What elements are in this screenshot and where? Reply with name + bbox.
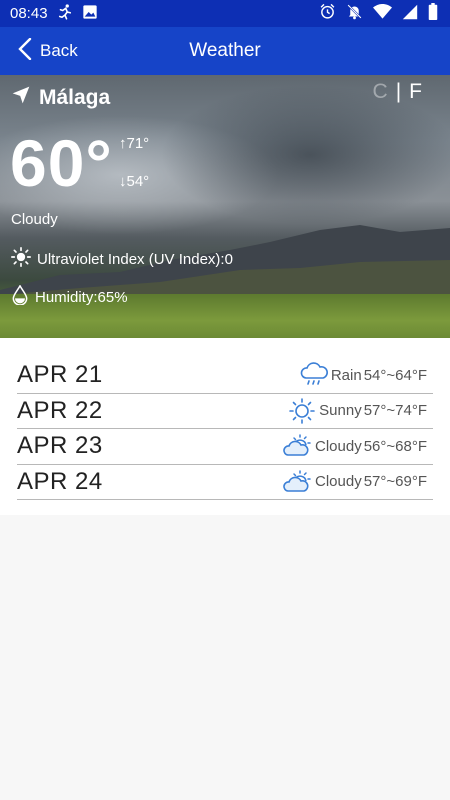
forecast-summary: Cloudy 57°~69°F (283, 469, 433, 495)
partly-cloudy-icon (283, 433, 313, 459)
arrow-down-icon: ↓ (119, 173, 127, 190)
sun-icon (11, 247, 31, 271)
fahrenheit-toggle[interactable]: F (409, 80, 422, 104)
status-left: 08:43 (10, 3, 98, 25)
status-right (319, 3, 438, 24)
water-drop-icon (11, 284, 29, 309)
forecast-date: APR 23 (17, 432, 103, 460)
wifi-icon (373, 3, 392, 24)
status-bar: 08:43 (0, 0, 450, 27)
alarm-icon (319, 3, 336, 24)
status-time: 08:43 (10, 5, 48, 22)
current-temperature: 60° (10, 126, 113, 200)
celsius-toggle[interactable]: C (373, 80, 388, 104)
nav-bar: Back Weather (0, 27, 450, 75)
location-name: Málaga (39, 86, 111, 109)
location: Málaga (11, 85, 110, 111)
forecast-date: APR 21 (17, 361, 103, 389)
sun-icon (287, 397, 317, 424)
back-label: Back (40, 41, 78, 60)
current-condition: Cloudy (11, 211, 58, 228)
forecast-row[interactable]: APR 24 Cloudy 57°~69°F (17, 465, 433, 500)
forecast-row[interactable]: APR 21 Rain 54°~64°F (17, 358, 433, 394)
forecast-range: 57°~74°F (363, 402, 427, 420)
uv-index-text: Ultraviolet Index (UV Index):0 (37, 250, 233, 268)
unit-separator: | (395, 80, 402, 103)
arrow-up-icon: ↑ (119, 135, 127, 152)
running-person-icon (56, 3, 74, 25)
forecast-range: 57°~69°F (363, 473, 427, 491)
high-temperature: ↑71° (119, 135, 149, 152)
image-icon (82, 4, 98, 24)
forecast-range: 54°~64°F (363, 366, 427, 384)
forecast-date: APR 22 (17, 396, 103, 424)
location-arrow-icon (11, 85, 31, 111)
chevron-left-icon (18, 37, 32, 65)
partly-cloudy-icon (283, 469, 313, 495)
high-temperature-value: 71° (126, 135, 150, 152)
humidity: Humidity:65% (11, 284, 128, 309)
notifications-off-icon (346, 3, 363, 24)
forecast-range: 56°~68°F (363, 437, 427, 455)
forecast-row[interactable]: APR 22 Sunny 57°~74°F (17, 394, 433, 429)
cell-signal-icon (402, 4, 418, 24)
forecast-condition: Rain (330, 366, 362, 384)
forecast-condition: Sunny (319, 402, 362, 420)
forecast-summary: Sunny 57°~74°F (287, 397, 433, 424)
background-cloud-dark (160, 85, 450, 225)
forecast-condition: Cloudy (315, 437, 362, 455)
forecast-condition: Cloudy (315, 473, 362, 491)
unit-toggle: C | F (373, 80, 422, 104)
uv-index: Ultraviolet Index (UV Index):0 (11, 247, 233, 271)
low-temperature: ↓54° (119, 173, 149, 190)
forecast-row[interactable]: APR 23 Cloudy 56°~68°F (17, 429, 433, 465)
back-button[interactable]: Back (0, 27, 78, 75)
forecast-list: APR 21 Rain 54°~64°F APR 22 Sunny 57°~74°F… (0, 338, 450, 515)
low-temperature-value: 54° (126, 173, 150, 190)
current-weather-panel: Málaga C | F 60° ↑71° ↓54° Cloudy Ultrav… (0, 75, 450, 338)
humidity-text: Humidity:65% (35, 288, 128, 306)
battery-icon (428, 3, 438, 24)
forecast-summary: Cloudy 56°~68°F (283, 433, 433, 459)
forecast-date: APR 24 (17, 467, 103, 495)
forecast-summary: Rain 54°~64°F (299, 362, 433, 388)
rain-cloud-icon (299, 362, 329, 388)
